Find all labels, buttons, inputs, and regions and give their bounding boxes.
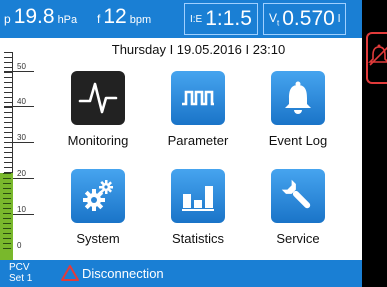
- mode-set: Set 1: [9, 273, 33, 284]
- parameter-button[interactable]: [171, 71, 225, 125]
- ventilation-mode[interactable]: PCV Set 1: [9, 262, 32, 284]
- event-log-label: Event Log: [268, 133, 328, 148]
- frequency-unit: bpm: [129, 14, 152, 26]
- system-tile[interactable]: System: [63, 169, 133, 254]
- statistics-tile[interactable]: Statistics: [163, 169, 233, 254]
- event-log-tile[interactable]: Event Log: [263, 71, 333, 156]
- event-log-button[interactable]: [271, 71, 325, 125]
- parameter-tile[interactable]: Parameter: [163, 71, 233, 156]
- frequency-value: 12: [103, 5, 127, 28]
- tidal-volume-readout[interactable]: Vt 0.570 l: [263, 3, 347, 35]
- pressure-scale: 50 40 30 20 10 0: [0, 38, 35, 260]
- waveform-icon: [78, 82, 118, 114]
- pressure-unit: hPa: [57, 14, 78, 26]
- pressure-readout: p 19.8 hPa: [4, 5, 77, 29]
- scale-label-20: 20: [17, 169, 26, 178]
- date-time: Thursday I 19.05.2016 I 23:10: [111, 42, 286, 57]
- scale-major-tick: [4, 71, 34, 72]
- parameter-bar: p 19.8 hPa f 12 bpm I:E 1:1.5 Vt 0.570 l: [0, 0, 362, 38]
- scale-label-0: 0: [17, 241, 22, 250]
- ie-ratio-readout[interactable]: I:E 1:1.5: [184, 3, 258, 35]
- tidal-volume-symbol: Vt: [269, 10, 280, 28]
- pressure-value: 19.8: [13, 5, 55, 28]
- statistics-button[interactable]: [171, 169, 225, 223]
- parameter-label: Parameter: [167, 133, 229, 148]
- mode-name: PCV: [9, 262, 30, 273]
- service-label: Service: [276, 231, 320, 246]
- status-bar: PCV Set 1 Disconnection: [0, 260, 362, 287]
- alarm-message: Disconnection: [82, 266, 164, 281]
- scale-major-tick: [4, 142, 34, 143]
- system-button[interactable]: [71, 169, 125, 223]
- scale-label-10: 10: [17, 205, 26, 214]
- scale-label-40: 40: [17, 97, 26, 106]
- ventilator-screen: p 19.8 hPa f 12 bpm I:E 1:1.5 Vt 0.570 l…: [0, 0, 362, 287]
- statistics-label: Statistics: [171, 231, 224, 246]
- system-label: System: [76, 231, 120, 246]
- pulse-train-icon: [182, 90, 214, 106]
- monitoring-tile[interactable]: Monitoring: [63, 71, 133, 156]
- scale-label-30: 30: [17, 133, 26, 142]
- tidal-volume-value: 0.570: [282, 7, 335, 30]
- ie-ratio-value: 1:1.5: [205, 7, 252, 30]
- wrench-icon: [281, 179, 311, 209]
- bell-icon: [285, 81, 311, 114]
- frequency-readout: f 12 bpm: [97, 5, 151, 29]
- frequency-symbol: f: [97, 12, 101, 26]
- pressure-level-bar: [0, 173, 13, 260]
- ie-ratio-symbol: I:E: [190, 13, 203, 25]
- bar-chart-icon: [182, 186, 214, 211]
- service-tile[interactable]: Service: [263, 169, 333, 254]
- scale-major-tick: [4, 106, 34, 107]
- pressure-symbol: p: [4, 12, 11, 26]
- service-button[interactable]: [271, 169, 325, 223]
- bell-muted-icon: [368, 44, 387, 66]
- warning-triangle-icon: [61, 265, 79, 281]
- tidal-volume-unit: l: [337, 13, 341, 25]
- scale-label-50: 50: [17, 62, 26, 71]
- gears-icon: [83, 180, 113, 211]
- monitoring-button[interactable]: [71, 71, 125, 125]
- main-menu: Thursday I 19.05.2016 I 23:10 Monitoring…: [35, 38, 362, 260]
- monitoring-label: Monitoring: [67, 133, 129, 148]
- alarm-mute-button[interactable]: [366, 32, 387, 84]
